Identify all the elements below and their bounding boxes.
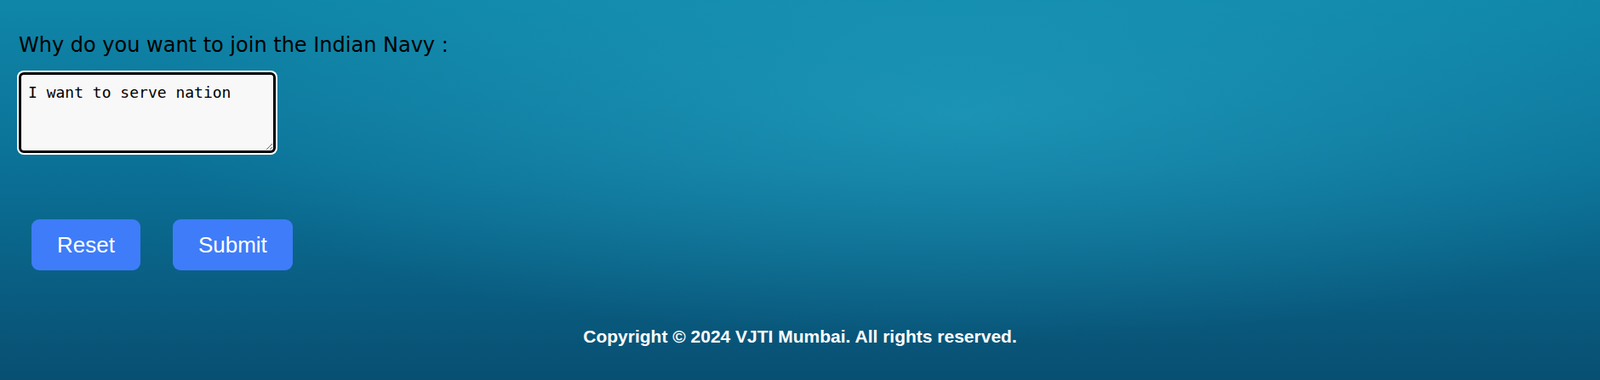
- submit-button[interactable]: Submit: [172, 219, 293, 271]
- page: Why do you want to join the Indian Navy …: [0, 0, 1600, 380]
- question-label: Why do you want to join the Indian Navy …: [18, 32, 449, 59]
- reset-button[interactable]: Reset: [31, 219, 141, 271]
- reason-textarea[interactable]: I want to serve nation: [18, 72, 276, 154]
- footer: Copyright © 2024 VJTI Mumbai. All rights…: [0, 326, 1600, 356]
- button-row: Reset Submit: [31, 219, 293, 271]
- application-form: Why do you want to join the Indian Navy …: [0, 0, 1600, 271]
